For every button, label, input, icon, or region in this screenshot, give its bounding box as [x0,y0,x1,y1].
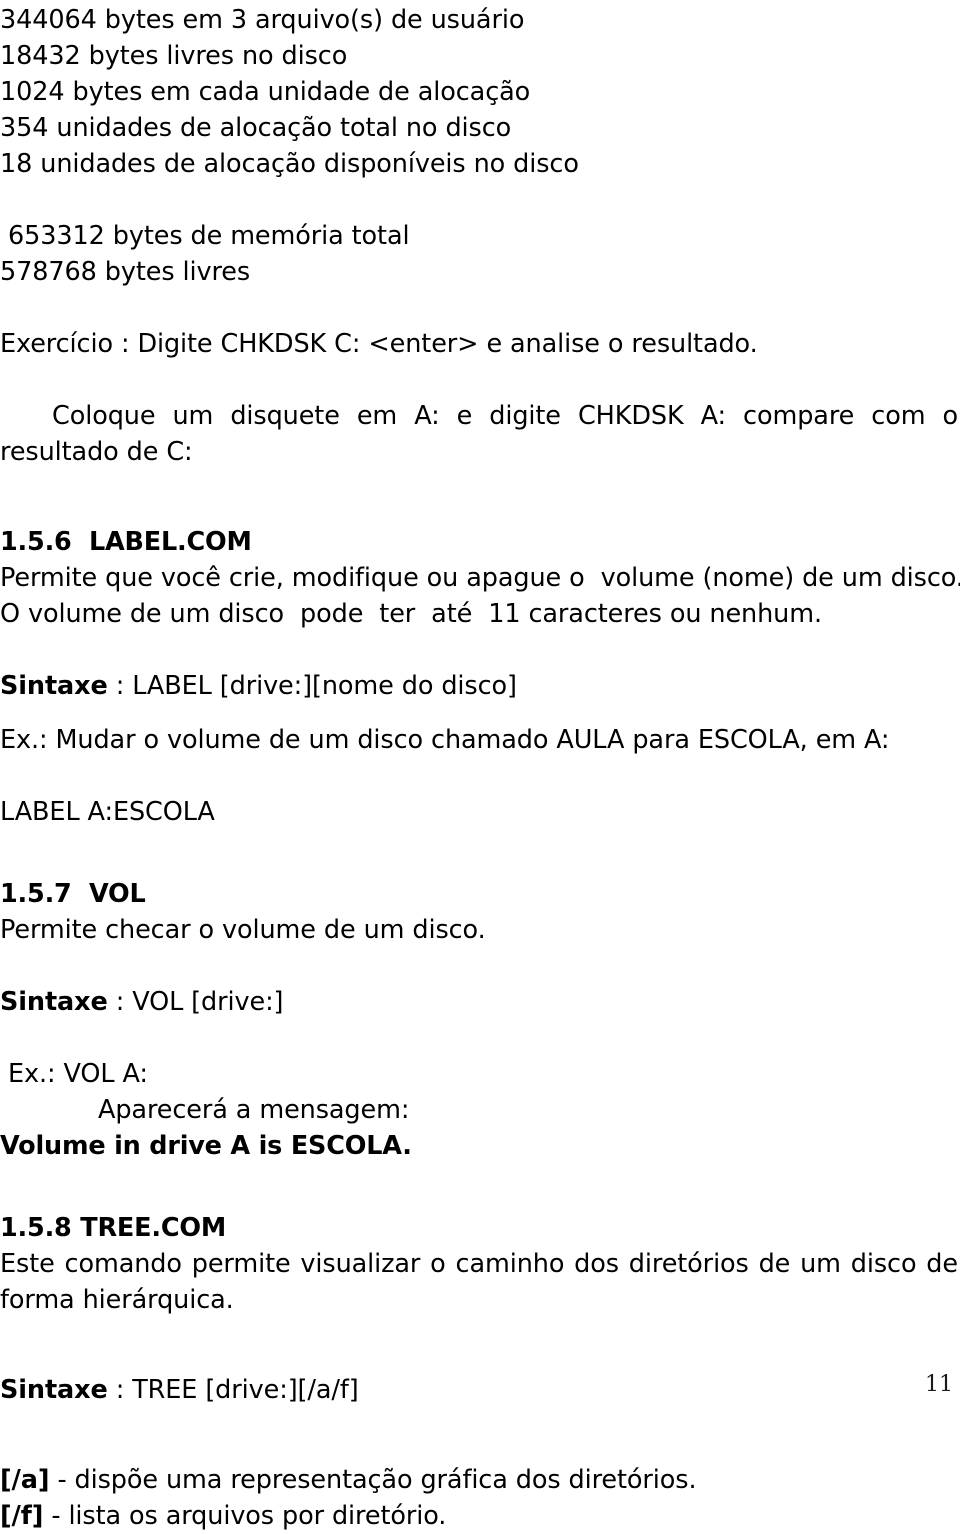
document-page: 344064 bytes em 3 arquivo(s) de usuário … [0,0,960,1531]
switch-line-a: [/a] - dispõe uma representação gráfica … [0,1462,958,1498]
switch-description: - lista os arquivos por diretório. [43,1501,447,1531]
page-number: 11 [925,1372,953,1397]
example-output-vol: Volume in drive A is ESCOLA. [0,1131,412,1161]
section-paragraph-tree: Este comando permite visualizar o caminh… [0,1249,958,1315]
section-heading-tree: 1.5.8 TREE.COM [0,1213,227,1243]
output-line: 1024 bytes em cada unidade de alocação [0,77,531,107]
switch-line-f: [/f] - lista os arquivos por diretório. [0,1498,958,1534]
page-content: 344064 bytes em 3 arquivo(s) de usuário … [0,2,960,1534]
chkdsk-disk-output: 344064 bytes em 3 arquivo(s) de usuário … [0,2,958,182]
output-line: 653312 bytes de memória total [0,221,410,251]
syntax-value: : LABEL [drive:][nome do disco] [107,671,517,701]
output-line: 344064 bytes em 3 arquivo(s) de usuário [0,5,525,35]
section-description-line: Permite checar o volume de um disco. [0,915,486,945]
syntax-line-tree: Sintaxe : TREE [drive:][/a/f] [0,1372,958,1408]
example-line-vol: Ex.: VOL A: [0,1059,148,1089]
syntax-label: Sintaxe [0,671,108,701]
switch-flag: [/f] [0,1501,44,1531]
section-description-line: O volume de um disco pode ter até 11 car… [0,599,822,629]
output-line: 18432 bytes livres no disco [0,41,348,71]
example-line-label: Ex.: Mudar o volume de um disco chamado … [0,725,890,755]
example-note-vol: Aparecerá a mensagem: [98,1095,410,1125]
syntax-label: Sintaxe [0,987,108,1017]
syntax-value: : TREE [drive:][/a/f] [107,1375,359,1405]
switch-description: - dispõe uma representação gráfica dos d… [49,1465,697,1495]
output-line: 578768 bytes livres [0,257,251,287]
syntax-label: Sintaxe [0,1375,108,1405]
syntax-line-label: Sintaxe : LABEL [drive:][nome do disco] [0,668,958,704]
example-command-label: LABEL A:ESCOLA [0,797,215,827]
chkdsk-memory-output: 653312 bytes de memória total 578768 byt… [0,218,958,290]
output-line: 18 unidades de alocação disponíveis no d… [0,149,579,179]
syntax-line-vol: Sintaxe : VOL [drive:] [0,984,958,1020]
section-description-line: Permite que você crie, modifique ou apag… [0,563,960,593]
output-line: 354 unidades de alocação total no disco [0,113,512,143]
section-heading-label: 1.5.6 LABEL.COM [0,527,252,557]
exercise-paragraph: Coloque um disquete em A: e digite CHKDS… [0,401,958,467]
exercise-line: Exercício : Digite CHKDSK C: <enter> e a… [0,329,758,359]
switch-flag: [/a] [0,1465,50,1495]
syntax-value: : VOL [drive:] [107,987,284,1017]
section-heading-vol: 1.5.7 VOL [0,879,146,909]
